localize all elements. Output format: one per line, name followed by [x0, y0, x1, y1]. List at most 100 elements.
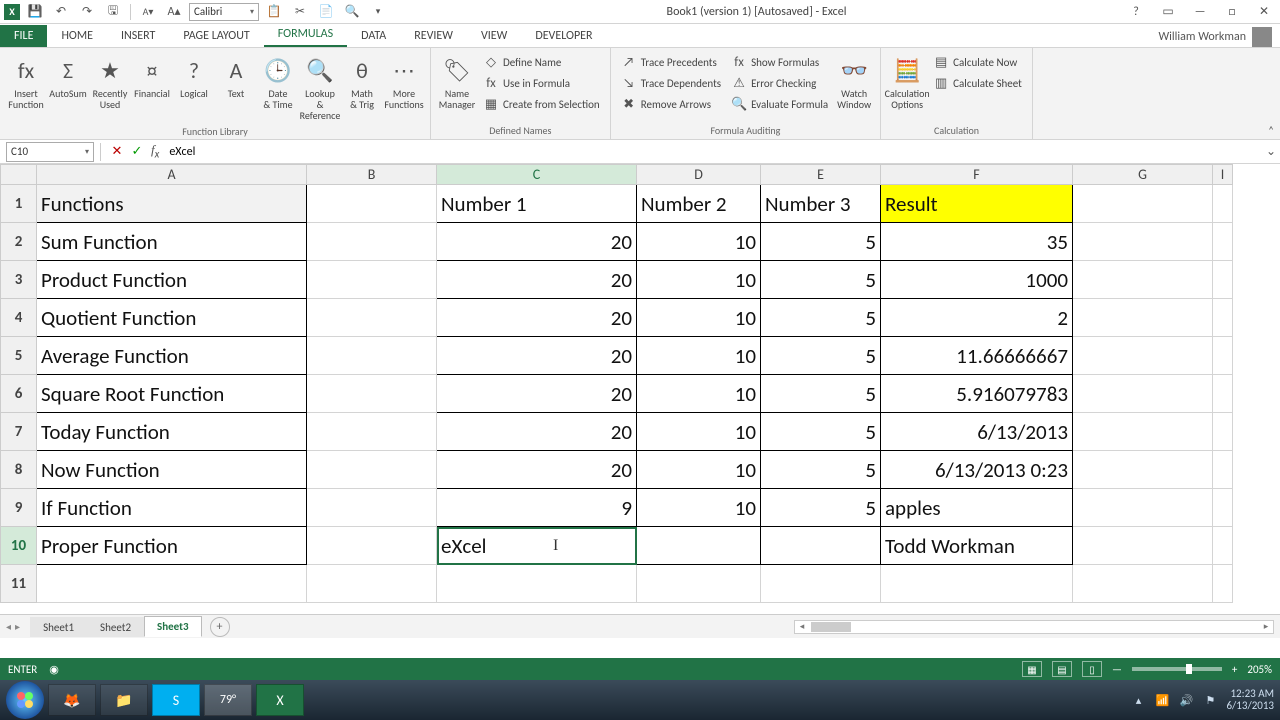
ribbon-button[interactable]: ΣAutoSum [48, 52, 88, 101]
cell[interactable] [1073, 261, 1213, 299]
cell[interactable]: apples [881, 489, 1073, 527]
cell[interactable]: 5 [761, 299, 881, 337]
cell[interactable] [1073, 375, 1213, 413]
ribbon-button[interactable]: ▥Calculate Sheet [929, 73, 1026, 93]
ribbon-options-icon[interactable]: ▭ [1156, 2, 1180, 22]
cell[interactable]: 20 [437, 413, 637, 451]
cell[interactable] [437, 565, 637, 603]
cell[interactable] [307, 337, 437, 375]
cell[interactable]: If Function [37, 489, 307, 527]
cell[interactable] [307, 299, 437, 337]
tab-formulas[interactable]: FORMULAS [264, 23, 347, 47]
cell[interactable] [1073, 223, 1213, 261]
cell[interactable] [1073, 565, 1213, 603]
cell[interactable]: Square Root Function [37, 375, 307, 413]
cell[interactable]: 5 [761, 489, 881, 527]
cell[interactable]: Functions [37, 185, 307, 223]
copy-icon[interactable]: 📄 [315, 2, 337, 22]
cell[interactable]: 20 [437, 451, 637, 489]
cell[interactable]: 2 [881, 299, 1073, 337]
sheet-tab[interactable]: Sheet1 [30, 617, 87, 637]
cell[interactable] [881, 565, 1073, 603]
formula-input[interactable] [163, 142, 1262, 162]
cell[interactable] [1073, 337, 1213, 375]
zoom-out-icon[interactable]: — [1112, 663, 1122, 676]
taskbar-weather[interactable]: 79° [204, 684, 252, 716]
tab-file[interactable]: FILE [0, 25, 47, 47]
redo-icon[interactable]: ↷ [76, 2, 98, 22]
minimize-icon[interactable]: — [1188, 2, 1212, 22]
cell[interactable]: 6/13/2013 0:23 [881, 451, 1073, 489]
row-header[interactable]: 3 [1, 261, 37, 299]
tab-developer[interactable]: DEVELOPER [521, 25, 606, 47]
column-header[interactable]: E [761, 165, 881, 185]
cell[interactable]: 35 [881, 223, 1073, 261]
cell[interactable]: 5 [761, 451, 881, 489]
ribbon-button[interactable]: ✖Remove Arrows [617, 94, 725, 114]
maximize-icon[interactable]: □ [1220, 2, 1244, 22]
tab-view[interactable]: VIEW [467, 25, 521, 47]
cell[interactable]: Sum Function [37, 223, 307, 261]
macro-record-icon[interactable]: ◉ [49, 663, 59, 676]
row-header[interactable]: 8 [1, 451, 37, 489]
tray-arrow-icon[interactable]: ▴ [1130, 692, 1146, 708]
cell[interactable] [1213, 451, 1233, 489]
tray-network-icon[interactable]: 📶 [1154, 692, 1170, 708]
undo-icon[interactable]: ↶ [50, 2, 72, 22]
ribbon-button[interactable]: ⋯MoreFunctions [384, 52, 424, 112]
cell[interactable] [1213, 223, 1233, 261]
taskbar-clock[interactable]: 12:23 AM6/13/2013 [1226, 688, 1274, 712]
ribbon-button[interactable]: ?Logical [174, 52, 214, 101]
cell[interactable]: Result [881, 185, 1073, 223]
cell[interactable]: Number 2 [637, 185, 761, 223]
page-layout-view-icon[interactable]: ▤ [1052, 661, 1072, 677]
cell[interactable]: Proper Function [37, 527, 307, 565]
sheet-tab[interactable]: Sheet2 [87, 617, 144, 637]
cell[interactable] [307, 489, 437, 527]
cell[interactable] [307, 261, 437, 299]
column-header[interactable]: F [881, 165, 1073, 185]
zoom-slider[interactable] [1132, 667, 1222, 671]
ribbon-button[interactable]: ↘Trace Dependents [617, 73, 725, 93]
user-avatar-icon[interactable] [1252, 27, 1272, 47]
tab-home[interactable]: HOME [47, 25, 107, 47]
cell[interactable] [1073, 489, 1213, 527]
sheet-tab[interactable]: Sheet3 [144, 616, 202, 637]
cell[interactable]: 10 [637, 223, 761, 261]
cell[interactable]: Number 3 [761, 185, 881, 223]
name-manager-button[interactable]: 🏷 Name Manager [437, 52, 477, 112]
cell[interactable]: 10 [637, 375, 761, 413]
calculation-options-button[interactable]: 🧮 Calculation Options [887, 52, 927, 112]
cell[interactable]: 10 [637, 489, 761, 527]
cell[interactable]: 20 [437, 299, 637, 337]
zoom-level[interactable]: 205% [1247, 663, 1272, 676]
row-header[interactable]: 2 [1, 223, 37, 261]
row-header[interactable]: 7 [1, 413, 37, 451]
cell[interactable]: 11.66666667 [881, 337, 1073, 375]
cell[interactable]: 5 [761, 261, 881, 299]
cell[interactable] [1213, 261, 1233, 299]
cell[interactable] [307, 185, 437, 223]
cell[interactable]: 5 [761, 223, 881, 261]
cell[interactable]: 5 [761, 413, 881, 451]
cell[interactable] [1213, 185, 1233, 223]
row-header[interactable]: 6 [1, 375, 37, 413]
close-icon[interactable]: ✕ [1252, 2, 1276, 22]
cell[interactable] [307, 413, 437, 451]
collapse-ribbon-icon[interactable]: ˄ [1268, 124, 1274, 137]
ribbon-button[interactable]: ★RecentlyUsed [90, 52, 130, 112]
ribbon-button[interactable]: θMath& Trig [342, 52, 382, 112]
taskbar-excel-icon[interactable]: X [256, 684, 304, 716]
user-name[interactable]: William Workman [1158, 30, 1246, 44]
accept-formula-icon[interactable]: ✓ [127, 142, 147, 162]
paste-icon[interactable]: 📋 [263, 2, 285, 22]
cell[interactable]: 10 [637, 299, 761, 337]
cell[interactable]: 10 [637, 413, 761, 451]
sheet-nav-first-icon[interactable]: ◂ [6, 620, 11, 633]
select-all-corner[interactable] [1, 165, 37, 185]
row-header[interactable]: 9 [1, 489, 37, 527]
taskbar-explorer-icon[interactable]: 📁 [100, 684, 148, 716]
ribbon-button[interactable]: ↗Trace Precedents [617, 52, 725, 72]
cell[interactable] [307, 527, 437, 565]
add-sheet-icon[interactable]: + [210, 617, 230, 637]
